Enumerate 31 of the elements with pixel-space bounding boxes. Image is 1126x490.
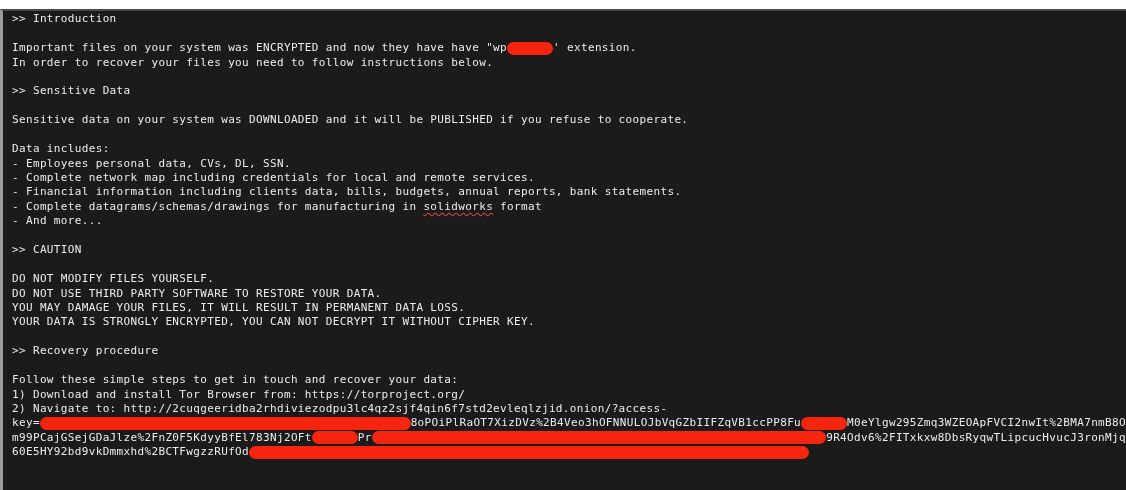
note-text: - Employees personal data, CVs, DL, SSN.: [12, 156, 291, 171]
note-text: format: [499, 199, 542, 214]
note-text: YOU MAY DAMAGE YOUR FILES, IT WILL RESULT IN PERMANENT DATA LOSS.: [12, 300, 466, 315]
note-text: Sensitive data on your system was DOWNLOADED and it will be PUBLISHED if you refuse to cooperate.: [12, 113, 689, 128]
note-text: Follow these simple steps to get in touch and recover your data:: [12, 373, 459, 388]
note-text: m99PCajGSejGDaJlze%2FnZ0F5KdyyBfEl783Nj2OFt: [12, 430, 312, 445]
note-text: 2) Navigate to: http://2cuqgeeridba2rhdiviezodpu3lc4qz2sjf4qin6f7std2evleqlzjid.onion/?access-: [12, 402, 668, 417]
note-text: - Complete datagrams/schemas/drawings for manufacturing in: [12, 199, 418, 214]
note-text: - Complete network map including credentials for local and remote services.: [12, 171, 535, 186]
section-heading: >> CAUTION: [12, 243, 82, 258]
note-text: ' extension.: [553, 41, 637, 56]
misspelled-word: solidworks: [423, 199, 494, 214]
redaction-mark: [507, 41, 554, 55]
note-text: 60E5HY92bd9vkDmmxhd%2BCTFwgzzRUfOd: [12, 445, 250, 460]
note-text: key=: [12, 416, 40, 431]
note-text: 1) Download and install Tor Browser from: https://torproject.org/: [12, 387, 466, 402]
section-heading: >> Sensitive Data: [12, 84, 131, 99]
note-text: 9R4Odv6%2FITxkxw8DbsRyqwTLipcucHvucJ3ronMjq: [826, 430, 1126, 445]
note-text: Pr: [357, 430, 372, 445]
note-text: 8oPOiPlRaOT7XizDVz%2B4Veo3hOFNNULOJbVqGZbIIFZqVB1ccPP8Fu: [410, 416, 802, 431]
section-heading: >> Recovery procedure: [12, 344, 159, 359]
note-text: DO NOT USE THIRD PARTY SOFTWARE TO RESTORE YOUR DATA.: [12, 286, 382, 301]
section-heading: >> Introduction: [12, 12, 117, 27]
note-text: DO NOT MODIFY FILES YOURSELF.: [12, 272, 215, 287]
note-text: M0eYlgw295Zmq3WZEOApFVCI2nwIt%2BMA7nmB8O: [847, 416, 1126, 431]
note-text: - And more...: [12, 214, 103, 229]
note-text: Data includes:: [12, 142, 110, 157]
note-text: - Financial information including clients data, bills, budgets, annual reports, bank statements.: [12, 185, 682, 200]
note-text: Important files on your system was ENCRYPTED and now they have have "wp: [12, 41, 508, 56]
note-text: In order to recover your files you need to follow instructions below.: [12, 55, 494, 70]
note-text: YOUR DATA IS STRONGLY ENCRYPTED, YOU CAN NOT DECRYPT IT WITHOUT CIPHER KEY.: [12, 315, 535, 330]
